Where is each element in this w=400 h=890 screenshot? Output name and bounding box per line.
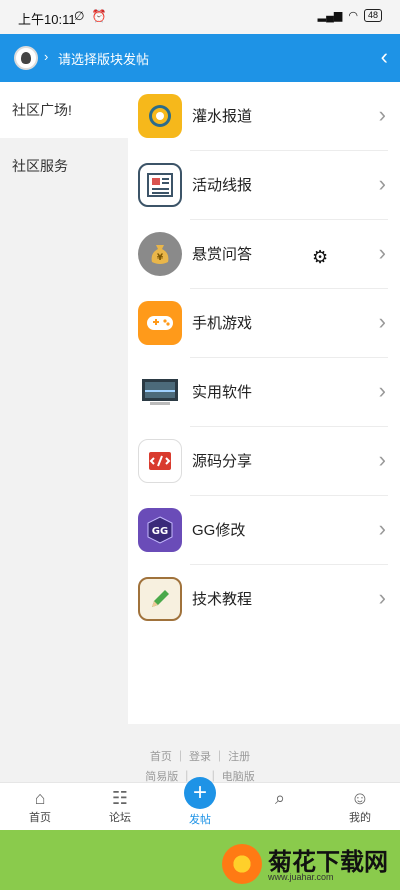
tab-mine[interactable]: ☺ 我的 bbox=[330, 787, 390, 825]
grid-icon: ☷ bbox=[111, 788, 129, 808]
signal-icon: ▂▄▆ bbox=[317, 10, 343, 22]
avatar[interactable] bbox=[14, 46, 38, 70]
chevron-right-icon: › bbox=[378, 240, 386, 265]
flower-logo-icon bbox=[222, 844, 262, 884]
battery-icon: 48 bbox=[363, 9, 382, 22]
chevron-right-icon: › bbox=[378, 378, 386, 403]
forum-item[interactable]: GG GG修改 › bbox=[128, 496, 400, 565]
forum-item[interactable]: 灌水报道 › bbox=[128, 82, 400, 151]
forum-item[interactable]: ¥ 悬赏问答 › bbox=[128, 220, 400, 289]
money-bag-icon: ¥ bbox=[138, 232, 182, 276]
tab-label: 首页 bbox=[29, 812, 51, 824]
forum-label: 活动线报 bbox=[192, 177, 253, 194]
tab-label: 发帖 bbox=[189, 814, 211, 826]
alarm-icon: ∅ ⏰ bbox=[74, 9, 109, 23]
forum-label: 实用软件 bbox=[192, 384, 253, 401]
forum-label: 悬赏问答 bbox=[192, 246, 253, 263]
chevron-right-icon: › bbox=[378, 102, 386, 127]
forum-item[interactable]: 技术教程 › bbox=[128, 565, 400, 634]
home-icon: ⌂ bbox=[34, 788, 46, 808]
forum-item[interactable]: 实用软件 › bbox=[128, 358, 400, 427]
chevron-right-icon: › bbox=[378, 309, 386, 334]
status-icons: ▂▄▆ ◠ 48 bbox=[318, 9, 382, 22]
promo-url: www.juahar.com bbox=[268, 872, 334, 882]
tab-home[interactable]: ⌂ 首页 bbox=[10, 787, 70, 825]
tab-post[interactable]: + 发帖 bbox=[170, 777, 230, 827]
sidebar-item-community-square[interactable]: 社区广场! bbox=[0, 82, 128, 138]
svg-text:GG: GG bbox=[152, 526, 168, 537]
wifi-icon: ◠ bbox=[348, 10, 358, 22]
search-icon: ⌕ bbox=[274, 788, 286, 808]
tab-label: 我的 bbox=[349, 812, 371, 824]
status-bar: 上午10:11 ∅ ⏰ ▂▄▆ ◠ 48 bbox=[0, 0, 400, 34]
chevron-right-icon: › bbox=[378, 585, 386, 610]
gear-icon[interactable]: ⚙ bbox=[312, 247, 328, 268]
gamepad-icon bbox=[138, 301, 182, 345]
status-time: 上午10:11 bbox=[18, 12, 76, 27]
svg-text:¥: ¥ bbox=[157, 253, 164, 263]
promo-banner: 菊花下载网 www.juahar.com bbox=[0, 830, 400, 890]
footer-links: 首页 ｜ 登录 ｜ 注册 简易版 ｜ ... ｜ 电脑版 bbox=[0, 724, 400, 783]
forum-list: 灌水报道 › 活动线报 › ¥ 悬赏问答 › 手机游戏 › 实用软件 › 源码分… bbox=[128, 82, 400, 724]
forum-label: 灌水报道 bbox=[192, 108, 253, 125]
forum-item[interactable]: 手机游戏 › bbox=[128, 289, 400, 358]
monitor-icon bbox=[138, 370, 182, 414]
newspaper-icon bbox=[138, 163, 182, 207]
tab-search[interactable]: ⌕ bbox=[250, 787, 310, 809]
page-title: 请选择版块发帖 bbox=[58, 52, 150, 67]
forum-item[interactable]: 活动线报 › bbox=[128, 151, 400, 220]
tab-label: 论坛 bbox=[109, 812, 131, 824]
header-bar: › 请选择版块发帖 ‹ bbox=[0, 34, 400, 82]
user-icon: ☺ bbox=[350, 788, 370, 808]
forum-item[interactable]: 源码分享 › bbox=[128, 427, 400, 496]
sidebar: 社区广场! 社区服务 bbox=[0, 82, 128, 724]
back-button[interactable]: ‹ bbox=[381, 46, 388, 68]
forum-label: 技术教程 bbox=[192, 591, 253, 608]
code-icon bbox=[138, 439, 182, 483]
plus-icon: + bbox=[184, 777, 216, 809]
forum-label: GG修改 bbox=[192, 522, 246, 539]
tab-forum[interactable]: ☷ 论坛 bbox=[90, 787, 150, 825]
chevron-right-icon: › bbox=[378, 171, 386, 196]
chevron-right-icon: › bbox=[44, 49, 49, 64]
chevron-right-icon: › bbox=[378, 447, 386, 472]
chevron-right-icon: › bbox=[378, 516, 386, 541]
forum-label: 手机游戏 bbox=[192, 315, 253, 332]
gg-icon: GG bbox=[138, 508, 182, 552]
bottom-tab-bar: ⌂ 首页 ☷ 论坛 + 发帖 ⌕ ☺ 我的 bbox=[0, 777, 400, 830]
lifebuoy-icon bbox=[138, 94, 182, 138]
footer-links-primary[interactable]: 首页 ｜ 登录 ｜ 注册 bbox=[0, 748, 400, 764]
sidebar-item-community-service[interactable]: 社区服务 bbox=[0, 138, 128, 194]
pencil-icon bbox=[138, 577, 182, 621]
forum-label: 源码分享 bbox=[192, 453, 253, 470]
